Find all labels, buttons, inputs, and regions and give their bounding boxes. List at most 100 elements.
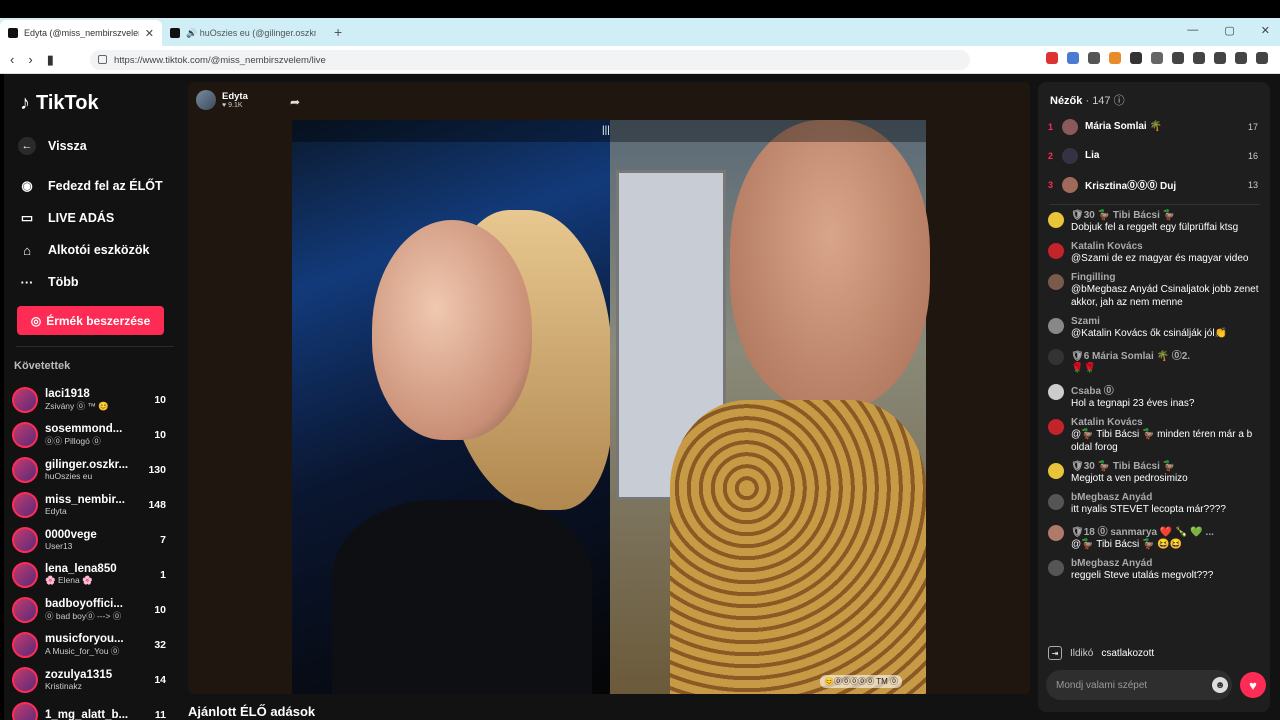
avatar (1048, 560, 1064, 576)
following-item[interactable]: 0000vege User13 7 (12, 522, 172, 557)
url-field[interactable]: https://www.tiktok.com/@miss_nembirszvel… (90, 50, 970, 70)
menu-label: Fedezd fel az ÉLŐT (48, 179, 163, 193)
viewer-score: 16 (1247, 150, 1258, 161)
chat-text: Dobjuk fel a reggelt egy fülprüffai ktsg (1071, 222, 1239, 233)
tab-active[interactable]: Edyta (@miss_nembirszvelem ✕ (0, 20, 162, 46)
close-tab-icon[interactable]: ✕ (145, 27, 154, 40)
menu-item-back[interactable]: ← Vissza (18, 130, 178, 162)
following-item[interactable]: laci1918 Zsivány ⓪ ™ 😊 10 (12, 382, 172, 417)
download-icon[interactable] (1172, 52, 1184, 64)
avatar (12, 421, 38, 448)
chat-text: @🦆 Tibi Bácsi 🦆 minden téren már a b old… (1071, 429, 1253, 453)
avatar (1048, 419, 1064, 435)
avatar (12, 491, 38, 518)
extension-icon[interactable] (1109, 52, 1121, 64)
extension-icon[interactable] (1067, 52, 1079, 64)
share-icon[interactable]: ➦ (290, 95, 300, 109)
following-name: laci1918 (45, 387, 90, 400)
music-icon[interactable] (1193, 52, 1205, 64)
viewer-score: 13 (1247, 179, 1258, 190)
menu-item-explore-live[interactable]: ◉ Fedezd fel az ÉLŐT (18, 170, 178, 202)
menu-item-live[interactable]: ▭ LIVE ADÁS (18, 202, 178, 234)
join-text: csatlakozott (1101, 647, 1155, 659)
site-info-icon[interactable] (98, 55, 107, 64)
video-face-shape (372, 220, 532, 440)
viewer-count: 130 (148, 464, 166, 476)
top-viewer-row[interactable]: 3 Krisztina⓪⓪⓪ Duj 13 (1048, 170, 1258, 199)
following-item[interactable]: 1_mg_alatt_b... 11 (12, 697, 172, 720)
chat-user[interactable]: Csaba ⓪ (1071, 382, 1194, 397)
extension-icon[interactable] (1046, 52, 1058, 64)
chat-user[interactable]: Fingilling (1071, 272, 1262, 283)
chat-message: bMegbasz Anyád itt nyalis STEVET lecopta … (1048, 492, 1262, 516)
tiktok-favicon-icon (170, 28, 180, 38)
info-icon[interactable]: ⓘ (1114, 95, 1125, 107)
menu-item-more[interactable]: ··· Több (18, 266, 178, 298)
close-window-icon[interactable]: ✕ (1261, 24, 1270, 37)
emoji-icon[interactable]: ☻ (1212, 677, 1228, 693)
following-name: miss_nembir... (45, 493, 125, 506)
chat-user[interactable]: 🛡6 Mária Somlai 🌴 ⓪2. (1071, 347, 1190, 362)
top-viewer-row[interactable]: 1 Mária Somlai 🌴 17 (1048, 112, 1258, 141)
audio-bars-icon[interactable]: ||| (602, 125, 610, 136)
chat-user[interactable]: 🛡18 ⓪ sanmarya ❤️ 🍾 💚 ... (1071, 523, 1214, 538)
divider (16, 346, 174, 347)
menu-item-creator-tools[interactable]: ⌂ Alkotói eszközök (18, 234, 178, 266)
chat-user[interactable]: 🛡30 🦆 Tibi Bácsi 🦆 (1071, 210, 1238, 221)
minimize-icon[interactable]: — (1187, 24, 1198, 37)
tiktok-logo[interactable]: ♪ TikTok (20, 92, 99, 115)
video-robe-shape (670, 400, 926, 694)
chat-user[interactable]: bMegbasz Anyád (1071, 558, 1213, 569)
chat-user[interactable]: Katalin Kovács (1071, 241, 1248, 252)
following-item[interactable]: sosemmond... ⓪⓪ Pillogó ⓪ 10 (12, 417, 172, 452)
chat-message: 🛡6 Mária Somlai 🌴 ⓪2. 🌹🌹 (1048, 347, 1262, 375)
viewer-count: 7 (160, 534, 166, 546)
chat-message: Csaba ⓪ Hol a tegnapi 23 éves inas? (1048, 382, 1262, 410)
maximize-icon[interactable]: ▢ (1224, 24, 1234, 37)
new-tab-button[interactable]: + (334, 24, 342, 40)
brand-text: TikTok (36, 92, 99, 114)
chat-user[interactable]: Szami (1071, 316, 1227, 327)
following-item[interactable]: gilinger.oszkr... huOszies eu 130 (12, 452, 172, 487)
chat-input[interactable]: Mondj valami szépet ☻ (1046, 670, 1232, 700)
menu-icon[interactable] (1256, 52, 1268, 64)
top-viewers-list: 1 Mária Somlai 🌴 17 2 Lia 16 3 Krisztina⓪⓪⓪ D… (1048, 112, 1258, 199)
following-name: zozulya1315 (45, 668, 113, 681)
following-name: lena_lena850 (45, 563, 117, 575)
following-item[interactable]: badboyoffici... ⓪ bad boy⓪ ---> ⓪ 10 (12, 592, 172, 627)
like-button[interactable]: ♥ (1240, 672, 1266, 698)
bookmark-icon[interactable]: ▮ (47, 52, 54, 68)
following-sub: Kristinakz (45, 680, 82, 691)
sidebar-icon[interactable] (1214, 52, 1226, 64)
following-item[interactable]: miss_nembir... Edyta 148 (12, 487, 172, 522)
tab-inactive[interactable]: 🔊 huOszies eu (@gilinger.oszkr.n) | (162, 20, 324, 46)
profile-icon[interactable] (1235, 52, 1247, 64)
avatar (1048, 274, 1064, 290)
avatar (1062, 176, 1078, 193)
forward-icon[interactable]: › (28, 52, 32, 68)
host-info[interactable]: Edyta ♥ 9.1K (196, 90, 248, 110)
chat-user[interactable]: Katalin Kovács (1071, 417, 1262, 428)
viewers-header[interactable]: Nézők · 147 ⓘ (1050, 92, 1125, 108)
back-icon[interactable]: ‹ (10, 52, 14, 68)
viewer-count: 10 (154, 604, 166, 616)
live-video[interactable]: 😊⓪⓪⓪⓪⓪ TM ⓪ ||| (292, 120, 930, 694)
buy-coins-button[interactable]: ◎ Érmék beszerzése (17, 306, 164, 335)
extension-icon[interactable] (1151, 52, 1163, 64)
chat-text: @🦆 Tibi Bácsi 🦆 😆😆 (1071, 539, 1183, 550)
chat-user[interactable]: bMegbasz Anyád (1071, 492, 1226, 503)
top-viewer-row[interactable]: 2 Lia 16 (1048, 141, 1258, 170)
browser-window: Edyta (@miss_nembirszvelem ✕ 🔊 huOszies … (0, 0, 1280, 720)
avatar (12, 561, 38, 588)
following-item[interactable]: zozulya1315 Kristinakz 14 (12, 662, 172, 697)
following-item[interactable]: musicforyou... A Music_for_You ⓪ 32 (12, 627, 172, 662)
avatar (1048, 318, 1064, 334)
viewers-label: Nézők (1050, 95, 1083, 107)
join-user[interactable]: Ildikó (1070, 648, 1093, 659)
chat-user[interactable]: 🛡30 🦆 Tibi Bácsi 🦆 (1071, 461, 1188, 472)
extension-icon[interactable] (1130, 52, 1142, 64)
chat-text: itt nyalis STEVET lecopta már???? (1071, 504, 1226, 515)
join-icon: ⇥ (1048, 646, 1062, 660)
extension-icon[interactable] (1088, 52, 1100, 64)
following-item[interactable]: lena_lena850 🌸 Elena 🌸 1 (12, 557, 172, 592)
